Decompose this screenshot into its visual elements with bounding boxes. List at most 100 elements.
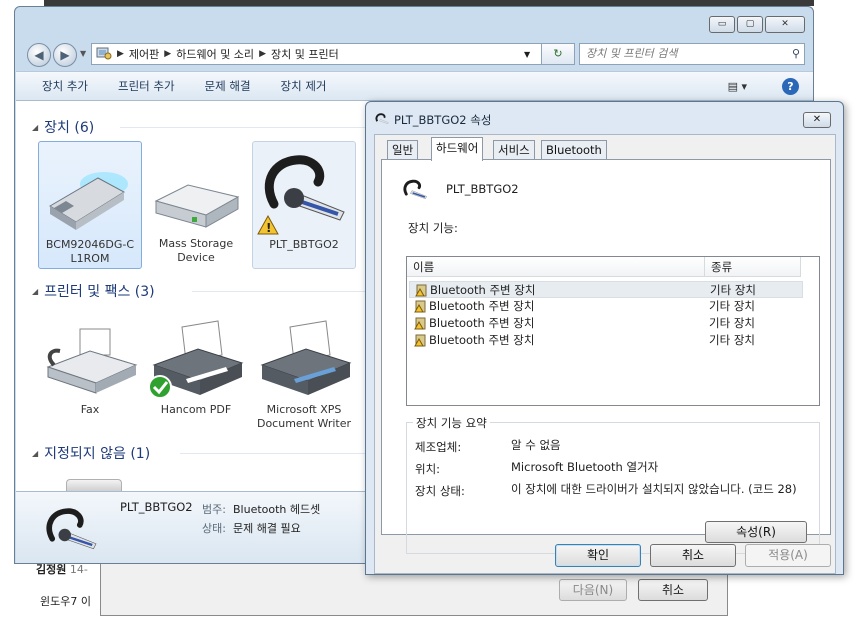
- location-label: 위치:: [415, 462, 441, 476]
- apply-button[interactable]: 적용(A): [745, 544, 831, 567]
- control-panel-icon: [96, 46, 112, 63]
- group-header-printers[interactable]: ◢ 프린터 및 팩스 (3): [32, 281, 155, 301]
- device-label: Fax: [80, 403, 100, 416]
- group-divider: [180, 453, 370, 454]
- column-header-type[interactable]: 종류: [705, 257, 801, 277]
- functions-label: 장치 기능:: [408, 221, 458, 235]
- default-checkmark-icon: [148, 375, 172, 399]
- minimize-button[interactable]: ▭: [709, 16, 735, 33]
- breadcrumb-separator-icon[interactable]: ▶: [259, 49, 266, 59]
- back-arrow-icon[interactable]: ◀: [27, 43, 51, 67]
- breadcrumb-devices-printers[interactable]: 장치 및 프린터: [271, 46, 339, 62]
- manufacturer-value: 알 수 없음: [511, 438, 561, 452]
- device-mass-storage[interactable]: Mass Storage Device: [144, 141, 248, 269]
- refresh-icon[interactable]: ↻: [541, 43, 575, 65]
- background-text-2: 윈도우7 이: [40, 595, 91, 608]
- details-device-name: PLT_BBTGO2: [120, 500, 193, 514]
- headset-icon: [36, 500, 106, 563]
- breadcrumb-hardware-sound[interactable]: 하드웨어 및 소리: [176, 46, 254, 62]
- device-plt-headset[interactable]: ! PLT_BBTGO2: [252, 141, 356, 269]
- list-item[interactable]: Bluetooth 주변 장치 기타 장치: [409, 281, 803, 298]
- wizard-cancel-button[interactable]: 취소: [638, 579, 708, 601]
- dialog-device-name: PLT_BBTGO2: [446, 182, 519, 196]
- warning-device-icon: [414, 317, 426, 330]
- details-category-label: 범주:: [202, 503, 226, 516]
- dialog-body: 일반 하드웨어 서비스 Bluetooth PLT_BBTGO2 장치 기능: …: [374, 134, 836, 574]
- add-device-button[interactable]: 장치 추가: [42, 78, 88, 94]
- device-usb-dongle[interactable]: BCM92046DG-C L1ROM: [38, 141, 142, 269]
- dialog-title: PLT_BBTGO2 속성: [394, 113, 492, 127]
- forward-arrow-icon[interactable]: ▶: [53, 43, 77, 67]
- function-summary-group: 장치 기능 요약 제조업체: 알 수 없음 위치: Microsoft Blue…: [406, 415, 820, 554]
- breadcrumb-separator-icon[interactable]: ▶: [164, 49, 171, 59]
- tab-hardware[interactable]: 하드웨어: [431, 137, 484, 161]
- details-status-label: 상태:: [202, 522, 226, 535]
- navigation-bar: ◀ ▶ ▼ ▶ 제어판 ▶ 하드웨어 및 소리 ▶ 장치 및 프린터 ▼ ↻ 장…: [25, 39, 805, 69]
- details-status-value: 문제 해결 필요: [233, 522, 301, 535]
- fax-icon: [38, 307, 142, 403]
- collapse-triangle-icon[interactable]: ◢: [32, 449, 38, 458]
- help-icon[interactable]: ?: [782, 78, 799, 95]
- device-label: Microsoft XPS Document Writer: [256, 403, 352, 430]
- cancel-button[interactable]: 취소: [650, 544, 736, 567]
- printer-fax[interactable]: Fax: [38, 307, 142, 425]
- printer-icon: [252, 307, 356, 403]
- group-divider: [120, 127, 370, 128]
- properties-dialog: PLT_BBTGO2 속성 ✕ 일반 하드웨어 서비스 Bluetooth PL…: [365, 101, 844, 575]
- svg-text:!: !: [266, 221, 271, 235]
- add-printer-button[interactable]: 프린터 추가: [118, 78, 175, 94]
- breadcrumb-separator-icon[interactable]: ▶: [117, 49, 124, 59]
- device-label: BCM92046DG-C L1ROM: [45, 238, 135, 265]
- dialog-close-button[interactable]: ✕: [803, 112, 831, 128]
- headset-icon: [400, 176, 430, 207]
- device-functions-list[interactable]: 이름 종류 Bluetooth 주변 장치 기타 장치 Bluetooth 주변 …: [406, 256, 820, 406]
- troubleshoot-button[interactable]: 문제 해결: [205, 78, 251, 94]
- summary-title: 장치 기능 요약: [413, 415, 490, 431]
- collapse-triangle-icon[interactable]: ◢: [32, 123, 38, 132]
- tab-general[interactable]: 일반: [387, 140, 419, 160]
- group-header-unspecified[interactable]: ◢ 지정되지 않음 (1): [32, 443, 150, 463]
- column-header-name[interactable]: 이름: [407, 257, 705, 277]
- device-label: PLT_BBTGO2: [269, 238, 339, 251]
- ok-button[interactable]: 확인: [555, 544, 641, 567]
- unspecified-device-icon[interactable]: [66, 479, 122, 491]
- command-bar: 장치 추가 프린터 추가 문제 해결 장치 제거 ▤ ▾ ?: [16, 71, 813, 101]
- usb-dongle-icon: [39, 142, 141, 238]
- tab-services[interactable]: 서비스: [493, 140, 535, 160]
- warning-device-icon: [414, 334, 426, 347]
- recent-pages-chevron-icon[interactable]: ▼: [80, 49, 86, 58]
- search-icon[interactable]: ⚲: [792, 44, 800, 64]
- hardware-tab-panel: PLT_BBTGO2 장치 기능: 이름 종류 Bluetooth 주변 장치 기…: [381, 159, 831, 554]
- device-status-label: 장치 상태:: [415, 484, 465, 498]
- warning-device-icon: [414, 300, 426, 313]
- address-dropdown-icon[interactable]: ▼: [524, 50, 530, 59]
- properties-button[interactable]: 속성(R): [705, 521, 807, 543]
- printer-hancom-pdf[interactable]: Hancom PDF: [144, 307, 248, 425]
- device-status-value: 이 장치에 대한 드라이버가 설치되지 않았습니다. (코드 28): [511, 482, 797, 496]
- search-input[interactable]: 장치 및 프린터 검색 ⚲: [579, 43, 805, 65]
- list-item[interactable]: Bluetooth 주변 장치 기타 장치: [409, 298, 803, 315]
- close-button[interactable]: ✕: [765, 16, 805, 33]
- view-options-icon[interactable]: ▤ ▾: [728, 80, 747, 93]
- location-value: Microsoft Bluetooth 열거자: [511, 460, 659, 474]
- headset-icon: [374, 111, 390, 130]
- device-label: Mass Storage Device: [158, 237, 234, 264]
- address-bar[interactable]: ▶ 제어판 ▶ 하드웨어 및 소리 ▶ 장치 및 프린터 ▼: [91, 43, 559, 65]
- collapse-triangle-icon[interactable]: ◢: [32, 287, 38, 296]
- group-divider: [192, 291, 370, 292]
- maximize-button[interactable]: ▢: [737, 16, 763, 33]
- device-label: Hancom PDF: [160, 403, 232, 416]
- remove-device-button[interactable]: 장치 제거: [281, 78, 327, 94]
- headset-icon: !: [253, 142, 355, 238]
- storage-drive-icon: [144, 141, 248, 237]
- tab-bluetooth[interactable]: Bluetooth: [541, 140, 607, 160]
- next-button[interactable]: 다음(N): [559, 579, 627, 601]
- breadcrumb-control-panel[interactable]: 제어판: [129, 46, 159, 62]
- list-item[interactable]: Bluetooth 주변 장치 기타 장치: [409, 332, 803, 349]
- list-item[interactable]: Bluetooth 주변 장치 기타 장치: [409, 315, 803, 332]
- manufacturer-label: 제조업체:: [415, 440, 462, 454]
- warning-device-icon: [415, 284, 427, 297]
- printer-xps-writer[interactable]: Microsoft XPS Document Writer: [252, 307, 356, 430]
- group-header-devices[interactable]: ◢ 장치 (6): [32, 117, 94, 137]
- printer-icon: [144, 307, 248, 403]
